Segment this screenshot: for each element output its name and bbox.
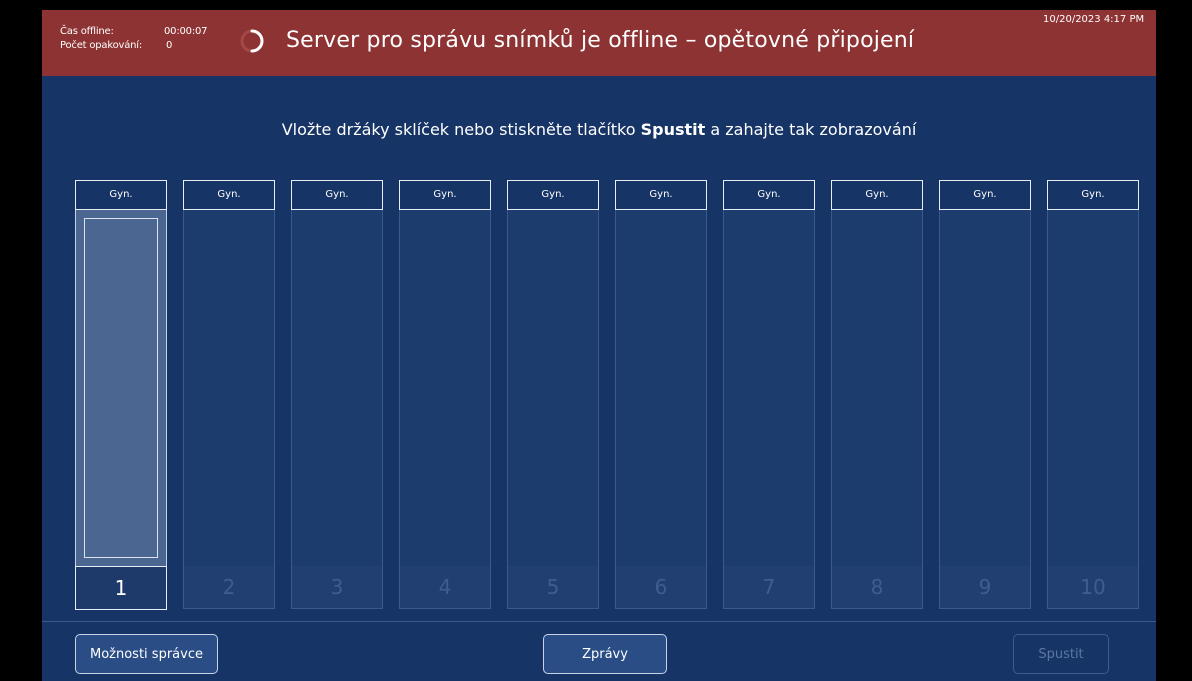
retry-count-value: 0 — [166, 40, 173, 51]
datetime: 10/20/2023 4:17 PM — [1043, 14, 1145, 25]
instruction-start-keyword: Spustit — [640, 120, 706, 139]
start-button[interactable]: Spustit — [1013, 634, 1109, 674]
slot-label: Gyn. — [939, 180, 1031, 210]
admin-options-button[interactable]: Možnosti správce — [75, 634, 218, 674]
app-screen: Čas offline: 00:00:07 Počet opakování: 0… — [42, 10, 1156, 681]
slot-label: Gyn. — [507, 180, 599, 210]
slot-number: 8 — [831, 566, 923, 609]
slide-holder-slot-2[interactable]: Gyn. 2 — [183, 180, 275, 610]
slot-body — [1047, 210, 1139, 578]
retry-count-label: Počet opakování: — [60, 40, 143, 51]
slot-body — [723, 210, 815, 578]
slot-label: Gyn. — [399, 180, 491, 210]
instruction-text-end: a zahajte tak zobrazování — [705, 120, 917, 139]
slide-holder-slot-9[interactable]: Gyn. 9 — [939, 180, 1031, 610]
slot-body — [399, 210, 491, 578]
slide-holder-slot-1[interactable]: Gyn. 1 — [75, 180, 167, 610]
slide-holder-slot-4[interactable]: Gyn. 4 — [399, 180, 491, 610]
messages-button[interactable]: Zprávy — [543, 634, 667, 674]
slot-number: 9 — [939, 566, 1031, 609]
slot-number: 7 — [723, 566, 815, 609]
slide-holder-outline — [84, 218, 158, 558]
offline-status-header: Čas offline: 00:00:07 Počet opakování: 0… — [42, 10, 1156, 76]
slide-holder-slot-10[interactable]: Gyn. 10 — [1047, 180, 1139, 610]
slot-number: 6 — [615, 566, 707, 609]
slot-body — [831, 210, 923, 578]
offline-time-value: 00:00:07 — [164, 26, 208, 37]
slide-holder-slot-3[interactable]: Gyn. 3 — [291, 180, 383, 610]
slot-label: Gyn. — [831, 180, 923, 210]
slot-body — [291, 210, 383, 578]
slide-holder-slot-7[interactable]: Gyn. 7 — [723, 180, 815, 610]
instruction-text: Vložte držáky sklíček nebo stiskněte tla… — [42, 120, 1156, 139]
slot-body — [75, 210, 167, 578]
slot-label: Gyn. — [75, 180, 167, 210]
instruction-text-start: Vložte držáky sklíček nebo stiskněte tla… — [281, 120, 641, 139]
slot-label: Gyn. — [615, 180, 707, 210]
slot-label: Gyn. — [183, 180, 275, 210]
slot-number: 5 — [507, 566, 599, 609]
loading-spinner-icon — [240, 29, 264, 53]
slot-body — [183, 210, 275, 578]
slide-holder-slot-6[interactable]: Gyn. 6 — [615, 180, 707, 610]
slot-number: 3 — [291, 566, 383, 609]
slot-number: 10 — [1047, 566, 1139, 609]
slot-label: Gyn. — [723, 180, 815, 210]
slot-label: Gyn. — [1047, 180, 1139, 210]
slot-body — [939, 210, 1031, 578]
offline-time-label: Čas offline: — [60, 26, 114, 37]
slot-number: 4 — [399, 566, 491, 609]
footer-divider — [42, 621, 1156, 622]
slot-label: Gyn. — [291, 180, 383, 210]
slot-number: 1 — [75, 566, 167, 610]
slot-body — [507, 210, 599, 578]
offline-title: Server pro správu snímků je offline – op… — [286, 28, 915, 53]
slide-holder-slot-5[interactable]: Gyn. 5 — [507, 180, 599, 610]
slot-number: 2 — [183, 566, 275, 609]
slide-holder-slot-8[interactable]: Gyn. 8 — [831, 180, 923, 610]
slot-body — [615, 210, 707, 578]
